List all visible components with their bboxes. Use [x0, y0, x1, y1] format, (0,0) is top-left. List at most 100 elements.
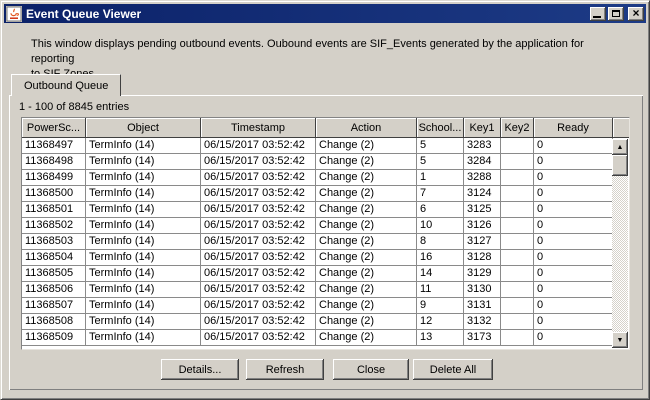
event-queue-viewer-window: Event Queue Viewer × This window display…: [0, 0, 650, 400]
cell: 06/15/2017 03:52:42: [201, 250, 316, 266]
vertical-scrollbar[interactable]: ▲ ▼: [612, 139, 628, 348]
cell: [501, 202, 534, 218]
cell: 11368508: [22, 314, 86, 330]
cell: 3131: [464, 298, 501, 314]
tab-outbound-queue[interactable]: Outbound Queue: [11, 74, 121, 96]
cell: TermInfo (14): [86, 314, 201, 330]
maximize-button[interactable]: [608, 7, 624, 21]
table-row[interactable]: 11368503TermInfo (14)06/15/2017 03:52:42…: [22, 234, 629, 250]
cell: 13: [417, 330, 464, 346]
cell: [501, 250, 534, 266]
column-header-school[interactable]: School...: [417, 118, 464, 138]
delete-all-button[interactable]: Delete All: [413, 359, 493, 380]
close-dialog-button[interactable]: Close: [333, 359, 409, 380]
cell: Change (2): [316, 170, 417, 186]
cell: [501, 298, 534, 314]
table-row[interactable]: 11368508TermInfo (14)06/15/2017 03:52:42…: [22, 314, 629, 330]
cell: 3128: [464, 250, 501, 266]
cell: Change (2): [316, 298, 417, 314]
cell: 11368502: [22, 218, 86, 234]
cell: TermInfo (14): [86, 218, 201, 234]
cell: 3173: [464, 330, 501, 346]
cell: Change (2): [316, 266, 417, 282]
column-header-key1[interactable]: Key1: [464, 118, 501, 138]
cell: [501, 170, 534, 186]
cell: 11368497: [22, 138, 86, 154]
table-row[interactable]: 11368497TermInfo (14)06/15/2017 03:52:42…: [22, 138, 629, 154]
cell: 06/15/2017 03:52:42: [201, 138, 316, 154]
cell: 0: [534, 202, 613, 218]
column-header-timestamp[interactable]: Timestamp: [201, 118, 316, 138]
minimize-button[interactable]: [590, 7, 606, 21]
cell: [501, 186, 534, 202]
table-row[interactable]: 11368504TermInfo (14)06/15/2017 03:52:42…: [22, 250, 629, 266]
minimize-icon: [593, 16, 601, 18]
cell: 0: [534, 186, 613, 202]
table-row[interactable]: 11368509TermInfo (14)06/15/2017 03:52:42…: [22, 330, 629, 346]
column-header-object[interactable]: Object: [86, 118, 201, 138]
cell: 06/15/2017 03:52:42: [201, 266, 316, 282]
cell: 11368499: [22, 170, 86, 186]
cell: TermInfo (14): [86, 234, 201, 250]
tab-label: Outbound Queue: [24, 80, 108, 92]
cell: Change (2): [316, 330, 417, 346]
cell: [501, 266, 534, 282]
cell: 06/15/2017 03:52:42: [201, 234, 316, 250]
cell: Change (2): [316, 186, 417, 202]
cell: [501, 330, 534, 346]
cell: [501, 218, 534, 234]
cell: 0: [534, 218, 613, 234]
column-header-action[interactable]: Action: [316, 118, 417, 138]
cell: 9: [417, 298, 464, 314]
cell: 8: [417, 234, 464, 250]
cell: 11368504: [22, 250, 86, 266]
cell: 1: [417, 170, 464, 186]
cell: 16: [417, 250, 464, 266]
table-row[interactable]: 11368501TermInfo (14)06/15/2017 03:52:42…: [22, 202, 629, 218]
table-row[interactable]: 11368500TermInfo (14)06/15/2017 03:52:42…: [22, 186, 629, 202]
cell: 0: [534, 266, 613, 282]
cell: Change (2): [316, 234, 417, 250]
scroll-down-button[interactable]: ▼: [612, 332, 628, 348]
cell: Change (2): [316, 250, 417, 266]
table-body: 11368497TermInfo (14)06/15/2017 03:52:42…: [22, 138, 629, 346]
scrollbar-thumb[interactable]: [612, 155, 628, 176]
table-row[interactable]: 11368507TermInfo (14)06/15/2017 03:52:42…: [22, 298, 629, 314]
column-header-ready[interactable]: Ready: [534, 118, 613, 138]
table-row[interactable]: 11368506TermInfo (14)06/15/2017 03:52:42…: [22, 282, 629, 298]
cell: 11368505: [22, 266, 86, 282]
cell: TermInfo (14): [86, 250, 201, 266]
cell: TermInfo (14): [86, 282, 201, 298]
cell: 11368509: [22, 330, 86, 346]
close-button[interactable]: ×: [628, 7, 644, 21]
cell: 11: [417, 282, 464, 298]
table-row[interactable]: 11368499TermInfo (14)06/15/2017 03:52:42…: [22, 170, 629, 186]
cell: [501, 154, 534, 170]
cell: 0: [534, 234, 613, 250]
column-header-key2[interactable]: Key2: [501, 118, 534, 138]
details-button[interactable]: Details...: [161, 359, 239, 380]
cell: Change (2): [316, 314, 417, 330]
cell: 3288: [464, 170, 501, 186]
table-row[interactable]: 11368502TermInfo (14)06/15/2017 03:52:42…: [22, 218, 629, 234]
scroll-up-button[interactable]: ▲: [612, 139, 628, 155]
column-header-powersc[interactable]: PowerSc...: [22, 118, 86, 138]
java-coffee-cup-icon: [6, 6, 22, 22]
refresh-button[interactable]: Refresh: [246, 359, 324, 380]
table-row[interactable]: 11368498TermInfo (14)06/15/2017 03:52:42…: [22, 154, 629, 170]
cell: 0: [534, 250, 613, 266]
cell: 3284: [464, 154, 501, 170]
cell: TermInfo (14): [86, 170, 201, 186]
titlebar: Event Queue Viewer ×: [4, 4, 646, 23]
cell: TermInfo (14): [86, 266, 201, 282]
table-row[interactable]: 11368505TermInfo (14)06/15/2017 03:52:42…: [22, 266, 629, 282]
cell: 06/15/2017 03:52:42: [201, 282, 316, 298]
cell: 3129: [464, 266, 501, 282]
cell: 06/15/2017 03:52:42: [201, 202, 316, 218]
cell: 3127: [464, 234, 501, 250]
cell: 06/15/2017 03:52:42: [201, 154, 316, 170]
cell: 14: [417, 266, 464, 282]
cell: TermInfo (14): [86, 202, 201, 218]
cell: 0: [534, 282, 613, 298]
events-table: PowerSc...ObjectTimestampActionSchool...…: [21, 117, 630, 350]
